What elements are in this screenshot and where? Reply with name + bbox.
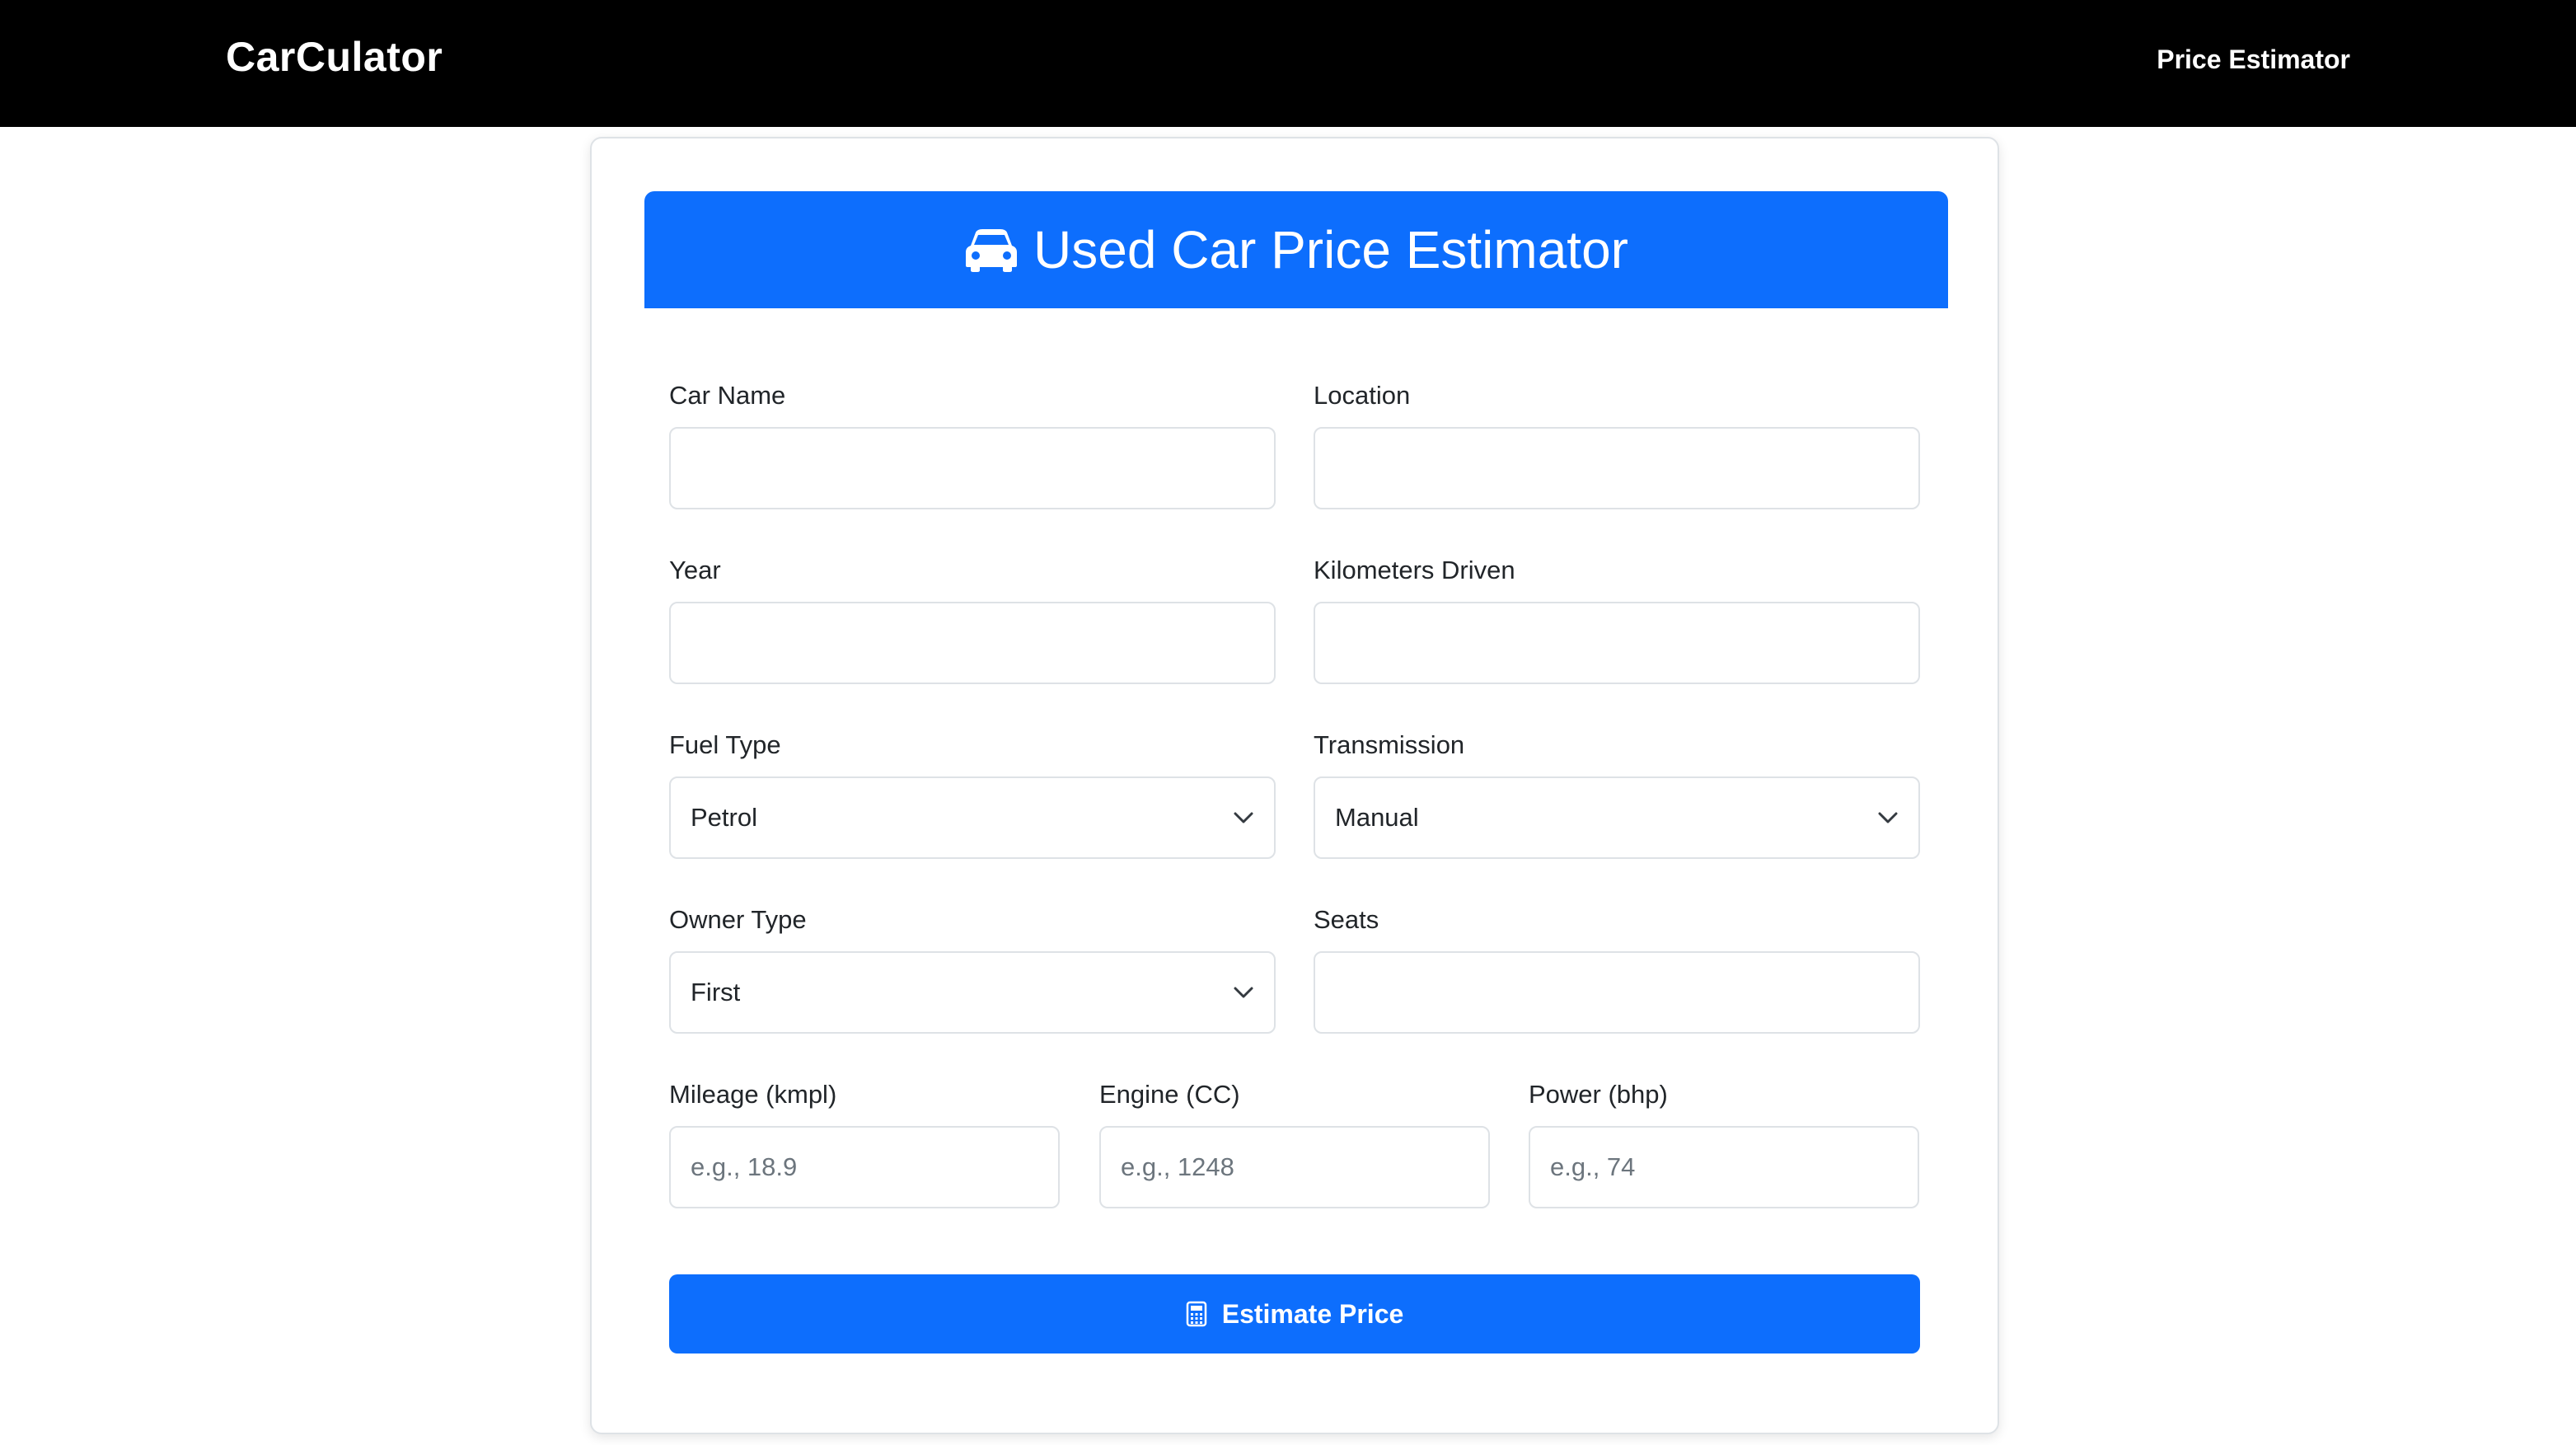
owner-type-select[interactable]: First — [669, 951, 1276, 1034]
kilometers-driven-input[interactable] — [1314, 602, 1920, 684]
owner-type-label: Owner Type — [669, 905, 807, 934]
location-label: Location — [1314, 381, 1411, 410]
chevron-down-icon — [1234, 812, 1253, 823]
calculator-icon — [1186, 1301, 1206, 1327]
seats-input[interactable] — [1314, 951, 1920, 1034]
chevron-down-icon — [1878, 812, 1898, 823]
year-label: Year — [669, 556, 721, 584]
estimate-price-label: Estimate Price — [1221, 1298, 1404, 1329]
year-input[interactable] — [669, 602, 1276, 684]
engine-input[interactable] — [1099, 1126, 1490, 1208]
owner-type-value: First — [691, 978, 741, 1006]
kilometers-driven-label: Kilometers Driven — [1314, 556, 1515, 584]
form-title: Used Car Price Estimator — [1033, 220, 1628, 279]
navbar: CarCulator Price Estimator — [0, 0, 2576, 127]
fuel-type-label: Fuel Type — [669, 730, 781, 759]
mileage-input[interactable] — [669, 1126, 1060, 1208]
transmission-select[interactable]: Manual — [1314, 776, 1920, 859]
car-name-label: Car Name — [669, 381, 786, 410]
transmission-label: Transmission — [1314, 730, 1465, 759]
power-label: Power (bhp) — [1529, 1080, 1668, 1109]
seats-label: Seats — [1314, 905, 1379, 934]
chevron-down-icon — [1234, 987, 1253, 998]
brand-logo[interactable]: CarCulator — [226, 33, 443, 81]
nav-link-price-estimator[interactable]: Price Estimator — [2157, 45, 2350, 75]
fuel-type-value: Petrol — [691, 803, 757, 832]
engine-label: Engine (CC) — [1099, 1080, 1240, 1109]
location-input[interactable] — [1314, 427, 1920, 509]
card-header: Used Car Price Estimator — [644, 191, 1948, 308]
car-name-input[interactable] — [669, 427, 1276, 509]
car-icon — [966, 229, 1018, 272]
estimate-price-button[interactable]: Estimate Price — [669, 1274, 1920, 1354]
fuel-type-select[interactable]: Petrol — [669, 776, 1276, 859]
mileage-label: Mileage (kmpl) — [669, 1080, 837, 1109]
transmission-value: Manual — [1335, 803, 1419, 832]
power-input[interactable] — [1529, 1126, 1919, 1208]
